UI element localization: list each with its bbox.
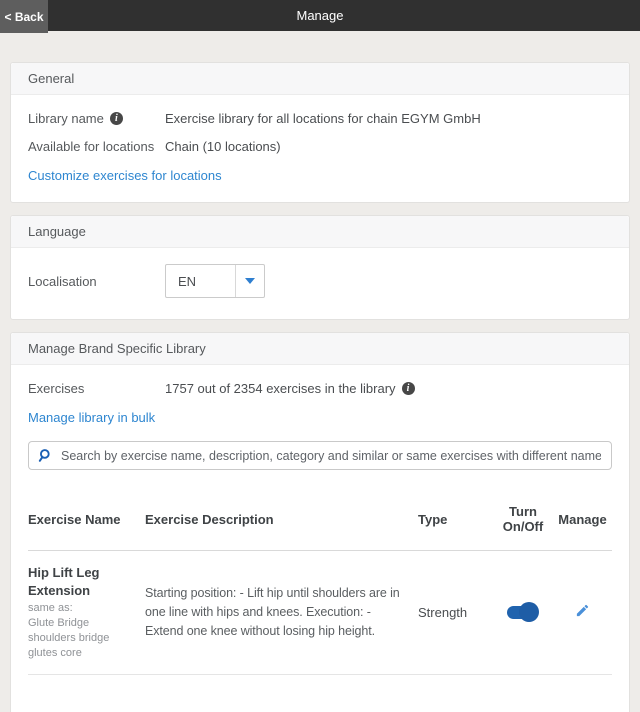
exercises-label: Exercises xyxy=(28,381,84,396)
col-header-exercise-description: Exercise Description xyxy=(145,512,418,527)
library-name-value: Exercise library for all locations for c… xyxy=(165,111,481,126)
locations-row: Available for locations Chain (10 locati… xyxy=(28,139,612,154)
customize-exercises-link[interactable]: Customize exercises for locations xyxy=(28,168,222,183)
col-header-type: Type xyxy=(418,512,493,527)
exercise-name: Hip Lift Leg Extension xyxy=(28,564,135,599)
exercise-search xyxy=(28,441,612,470)
brand-library-section: Manage Brand Specific Library Exercises … xyxy=(10,332,630,712)
back-button[interactable]: < Back xyxy=(0,0,48,33)
exercises-count-row: Exercises 1757 out of 2354 exercises in … xyxy=(28,381,612,396)
exercise-alias: Glute Bridge xyxy=(28,616,135,631)
col-header-turn-on-off: Turn On/Off xyxy=(493,504,553,534)
col-header-exercise-name: Exercise Name xyxy=(28,512,145,527)
language-section: Language Localisation EN xyxy=(10,215,630,320)
same-as-label: same as: xyxy=(28,601,135,616)
chevron-down-icon xyxy=(245,278,255,284)
col-header-manage: Manage xyxy=(553,512,612,527)
table-row: Hip Lift Leg Extension same as: Glute Br… xyxy=(28,551,612,675)
locations-label: Available for locations xyxy=(28,139,154,154)
localisation-selected-value: EN xyxy=(166,265,235,297)
info-icon[interactable]: i xyxy=(110,112,123,125)
exercise-alias: glutes core xyxy=(28,646,135,661)
locations-value: Chain (10 locations) xyxy=(165,139,281,154)
general-section: General Library name i Exercise library … xyxy=(10,62,630,203)
search-input[interactable] xyxy=(28,441,612,470)
localisation-dropdown[interactable]: EN xyxy=(165,264,265,298)
dropdown-caret-button[interactable] xyxy=(235,265,264,297)
exercise-description: Starting position: - Lift hip until shou… xyxy=(145,584,418,640)
library-name-row: Library name i Exercise library for all … xyxy=(28,111,612,126)
top-bar: < Back Manage xyxy=(0,0,640,31)
toggle-knob xyxy=(519,602,539,622)
language-section-title: Language xyxy=(11,216,629,248)
exercise-alias: shoulders bridge xyxy=(28,631,135,646)
exercise-table-header: Exercise Name Exercise Description Type … xyxy=(28,494,612,551)
brand-library-section-title: Manage Brand Specific Library xyxy=(11,333,629,365)
exercises-count-value: 1757 out of 2354 exercises in the librar… xyxy=(165,381,396,396)
localisation-label: Localisation xyxy=(28,274,165,289)
library-name-label: Library name xyxy=(28,111,104,126)
exercise-type: Strength xyxy=(418,605,493,620)
general-section-title: General xyxy=(11,63,629,95)
pencil-icon xyxy=(575,603,590,618)
manage-bulk-link[interactable]: Manage library in bulk xyxy=(28,410,155,425)
info-icon[interactable]: i xyxy=(402,382,415,395)
exercise-toggle[interactable] xyxy=(507,602,539,622)
edit-exercise-button[interactable] xyxy=(573,601,592,623)
search-icon xyxy=(37,448,52,463)
exercise-table: Exercise Name Exercise Description Type … xyxy=(28,494,612,675)
page-title: Manage xyxy=(297,8,344,23)
